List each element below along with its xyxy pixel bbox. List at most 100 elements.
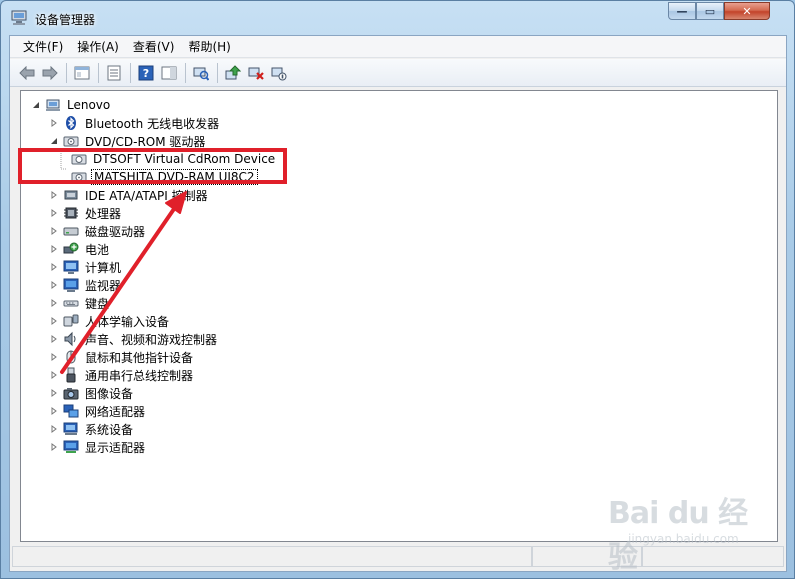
expand-triangle-icon[interactable] bbox=[49, 208, 59, 218]
toolbar: ? bbox=[10, 59, 786, 87]
tree-item-hid[interactable]: 人体学输入设备 bbox=[49, 312, 171, 330]
tree-item-battery[interactable]: 电池 bbox=[49, 240, 111, 258]
mouse-icon bbox=[63, 349, 79, 365]
collapse-triangle-icon[interactable] bbox=[31, 100, 41, 110]
tree-item-sound-video-game[interactable]: 声音、视频和游戏控制器 bbox=[49, 330, 219, 348]
tree-item-mouse[interactable]: 鼠标和其他指针设备 bbox=[49, 348, 195, 366]
tree-item-usb-controllers[interactable]: 通用串行总线控制器 bbox=[49, 366, 195, 384]
tree-item-monitor[interactable]: 监视器 bbox=[49, 276, 123, 294]
tree-item-label: IDE ATA/ATAPI 控制器 bbox=[85, 188, 208, 203]
watermark-url: jingyan.baidu.com bbox=[628, 532, 739, 546]
tree-item-imaging-devices[interactable]: 图像设备 bbox=[49, 384, 135, 402]
expand-triangle-icon[interactable] bbox=[49, 334, 59, 344]
computer-icon bbox=[63, 259, 79, 275]
disable-device-icon[interactable] bbox=[268, 62, 290, 84]
expand-triangle-icon[interactable] bbox=[49, 280, 59, 290]
properties-icon[interactable] bbox=[103, 62, 125, 84]
expand-triangle-icon[interactable] bbox=[49, 226, 59, 236]
tree-item-bluetooth[interactable]: Bluetooth 无线电收发器 bbox=[49, 114, 221, 132]
toolbar-separator bbox=[185, 62, 186, 83]
scan-hardware-icon[interactable] bbox=[190, 62, 212, 84]
tree-item-label: 处理器 bbox=[85, 206, 122, 221]
uninstall-device-icon[interactable] bbox=[245, 62, 267, 84]
expand-triangle-icon[interactable] bbox=[49, 190, 59, 200]
monitor-icon bbox=[63, 277, 79, 293]
tree-item-label: 显示适配器 bbox=[85, 440, 146, 455]
menu-action[interactable]: 操作(A) bbox=[70, 36, 126, 57]
expand-triangle-icon[interactable] bbox=[49, 298, 59, 308]
collapse-triangle-icon[interactable] bbox=[49, 136, 59, 146]
tree-item-label: Lenovo bbox=[67, 98, 111, 112]
back-arrow-icon[interactable] bbox=[16, 62, 38, 84]
sound-icon bbox=[63, 331, 79, 347]
annotation-highlight-box bbox=[18, 148, 287, 184]
tree-item-label: 人体学输入设备 bbox=[85, 314, 170, 329]
tree-item-label: 声音、视频和游戏控制器 bbox=[85, 332, 218, 347]
usb-icon bbox=[63, 367, 79, 383]
maximize-button[interactable]: ▭ bbox=[696, 2, 724, 20]
svg-text:?: ? bbox=[143, 67, 149, 80]
keyboard-icon bbox=[63, 295, 79, 311]
network-icon bbox=[63, 403, 79, 419]
update-driver-icon[interactable] bbox=[222, 62, 244, 84]
tree-item-label: 磁盘驱动器 bbox=[85, 224, 146, 239]
expand-triangle-icon[interactable] bbox=[49, 370, 59, 380]
tree-item-processor[interactable]: 处理器 bbox=[49, 204, 123, 222]
expand-triangle-icon[interactable] bbox=[49, 388, 59, 398]
disk-drive-icon bbox=[63, 223, 79, 239]
ide-controller-icon bbox=[63, 187, 79, 203]
tree-item-label: 计算机 bbox=[85, 260, 122, 275]
expand-triangle-icon[interactable] bbox=[49, 244, 59, 254]
expand-triangle-icon[interactable] bbox=[49, 406, 59, 416]
tree-item-network-adapters[interactable]: 网络适配器 bbox=[49, 402, 147, 420]
computer-icon bbox=[45, 97, 61, 113]
tree-item-display-adapters[interactable]: 显示适配器 bbox=[49, 438, 147, 456]
tree-item-system-devices[interactable]: 系统设备 bbox=[49, 420, 135, 438]
tree-item-label: DVD/CD-ROM 驱动器 bbox=[85, 134, 206, 149]
show-action-pane-icon[interactable] bbox=[158, 62, 180, 84]
tree-item-ide-controller[interactable]: IDE ATA/ATAPI 控制器 bbox=[49, 186, 210, 204]
expand-triangle-icon[interactable] bbox=[49, 262, 59, 272]
camera-icon bbox=[63, 385, 79, 401]
expand-triangle-icon[interactable] bbox=[49, 118, 59, 128]
title-bar[interactable]: 设备管理器 — ▭ ✕ bbox=[1, 1, 794, 35]
tree-item-label: 监视器 bbox=[85, 278, 122, 293]
tree-item-label: 鼠标和其他指针设备 bbox=[85, 350, 194, 365]
dvd-drive-icon bbox=[63, 133, 79, 149]
menu-help[interactable]: 帮助(H) bbox=[181, 36, 237, 57]
help-icon[interactable]: ? bbox=[135, 62, 157, 84]
toolbar-separator bbox=[130, 62, 131, 83]
minimize-button[interactable]: — bbox=[668, 2, 696, 20]
menu-bar: 文件(F) 操作(A) 查看(V) 帮助(H) bbox=[10, 36, 786, 58]
tree-item-computer[interactable]: 计算机 bbox=[49, 258, 123, 276]
expand-triangle-icon[interactable] bbox=[49, 442, 59, 452]
processor-icon bbox=[63, 205, 79, 221]
menu-file[interactable]: 文件(F) bbox=[16, 36, 70, 57]
tree-item-label: Bluetooth 无线电收发器 bbox=[85, 116, 220, 131]
battery-icon bbox=[63, 241, 79, 257]
toolbar-separator bbox=[98, 62, 99, 83]
tree-item-label: 电池 bbox=[85, 242, 110, 257]
close-button[interactable]: ✕ bbox=[724, 2, 770, 20]
window-title: 设备管理器 bbox=[35, 13, 96, 27]
expand-triangle-icon[interactable] bbox=[49, 424, 59, 434]
bluetooth-icon bbox=[63, 115, 79, 131]
show-hide-console-tree-icon[interactable] bbox=[71, 62, 93, 84]
tree-item-label: 系统设备 bbox=[85, 422, 134, 437]
tree-root-lenovo[interactable]: Lenovo bbox=[31, 96, 112, 114]
menu-view[interactable]: 查看(V) bbox=[126, 36, 182, 57]
expand-triangle-icon[interactable] bbox=[49, 316, 59, 326]
baidu-watermark: Bai du 经验 jingyan.baidu.com bbox=[608, 488, 768, 575]
device-manager-icon bbox=[11, 10, 29, 26]
toolbar-separator bbox=[66, 62, 67, 83]
hid-icon bbox=[63, 313, 79, 329]
tree-item-disk-drive[interactable]: 磁盘驱动器 bbox=[49, 222, 147, 240]
system-device-icon bbox=[63, 421, 79, 437]
window-controls: — ▭ ✕ bbox=[668, 2, 770, 20]
forward-arrow-icon[interactable] bbox=[39, 62, 61, 84]
tree-item-label: 网络适配器 bbox=[85, 404, 146, 419]
expand-triangle-icon[interactable] bbox=[49, 352, 59, 362]
display-adapter-icon bbox=[63, 439, 79, 455]
tree-item-label: 图像设备 bbox=[85, 386, 134, 401]
tree-item-keyboard[interactable]: 键盘 bbox=[49, 294, 111, 312]
